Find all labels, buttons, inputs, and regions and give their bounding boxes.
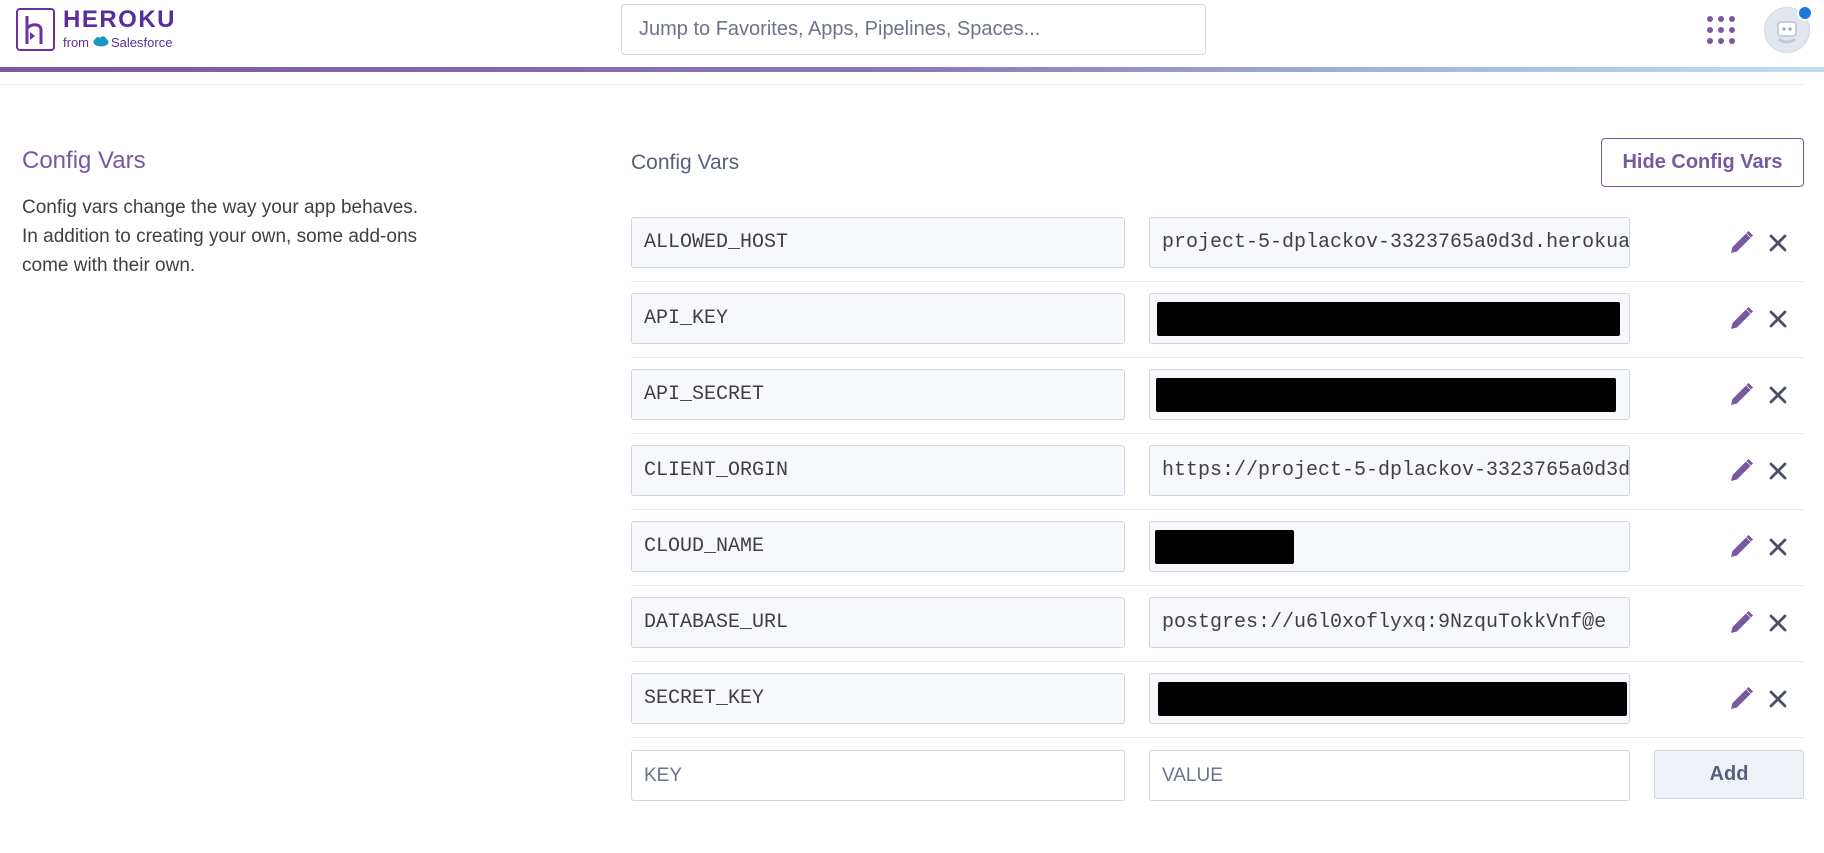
redaction-box xyxy=(1157,302,1620,336)
row-divider xyxy=(631,585,1804,586)
pencil-icon[interactable] xyxy=(1727,305,1755,333)
section-description: Config vars change the way your app beha… xyxy=(22,197,419,276)
new-value-input[interactable] xyxy=(1149,750,1630,801)
row-divider xyxy=(631,661,1804,662)
panel-title: Config Vars xyxy=(631,151,740,174)
pencil-icon[interactable] xyxy=(1727,533,1755,561)
new-key-input[interactable] xyxy=(631,750,1125,801)
redaction-box xyxy=(1158,682,1627,716)
config-var-key[interactable]: ALLOWED_HOST xyxy=(631,217,1125,268)
redaction-box xyxy=(1156,378,1616,412)
grid-icon[interactable] xyxy=(1706,15,1736,45)
row-divider xyxy=(631,357,1804,358)
close-icon[interactable] xyxy=(1767,688,1789,710)
config-var-value[interactable] xyxy=(1149,293,1630,344)
heroku-logo-icon xyxy=(16,7,55,51)
config-var-value[interactable] xyxy=(1149,369,1630,420)
close-icon[interactable] xyxy=(1767,460,1789,482)
config-var-value[interactable] xyxy=(1149,521,1630,572)
close-icon[interactable] xyxy=(1767,232,1789,254)
pencil-icon[interactable] xyxy=(1727,609,1755,637)
hide-config-vars-button[interactable]: Hide Config Vars xyxy=(1601,138,1804,187)
add-config-var-button[interactable]: Add xyxy=(1654,750,1804,799)
row-divider xyxy=(631,509,1804,510)
row-divider xyxy=(631,281,1804,282)
brand-partner-text: Salesforce xyxy=(111,35,173,50)
section-divider xyxy=(0,84,1804,85)
section-title: Config Vars xyxy=(22,147,146,174)
notification-dot xyxy=(1797,5,1813,21)
heroku-logo[interactable]: HEROKU from Salesforce xyxy=(16,7,176,51)
row-divider xyxy=(631,737,1804,738)
salesforce-cloud-icon xyxy=(93,35,109,51)
config-var-value[interactable] xyxy=(1149,673,1630,724)
search-input[interactable] xyxy=(621,4,1206,55)
pencil-icon[interactable] xyxy=(1727,381,1755,409)
close-icon[interactable] xyxy=(1767,384,1789,406)
config-var-value[interactable]: https://project-5-dplackov-3323765a0d3d.… xyxy=(1149,445,1630,496)
pencil-icon[interactable] xyxy=(1727,457,1755,485)
close-icon[interactable] xyxy=(1767,536,1789,558)
header-gradient-bar xyxy=(0,67,1824,72)
config-var-value[interactable]: project-5-dplackov-3323765a0d3d.herokuap… xyxy=(1149,217,1630,268)
config-var-key[interactable]: CLIENT_ORGIN xyxy=(631,445,1125,496)
pencil-icon[interactable] xyxy=(1727,229,1755,257)
config-var-row: CLOUD_NAME xyxy=(631,521,1804,597)
config-var-row: API_SECRET xyxy=(631,369,1804,445)
top-header: HEROKU from Salesforce xyxy=(0,0,1824,67)
close-icon[interactable] xyxy=(1767,612,1789,634)
pencil-icon[interactable] xyxy=(1727,685,1755,713)
config-var-row: ALLOWED_HOST project-5-dplackov-3323765a… xyxy=(631,217,1804,293)
config-var-key[interactable]: API_SECRET xyxy=(631,369,1125,420)
config-var-row: CLIENT_ORGIN https://project-5-dplackov-… xyxy=(631,445,1804,521)
brand-name: HEROKU xyxy=(63,6,177,33)
brand-from: from Salesforce xyxy=(63,35,176,51)
config-var-key[interactable]: DATABASE_URL xyxy=(631,597,1125,648)
brand-from-text: from xyxy=(63,35,89,50)
close-icon[interactable] xyxy=(1767,308,1789,330)
redaction-box xyxy=(1155,530,1294,564)
config-var-row: API_KEY xyxy=(631,293,1804,369)
config-var-row: DATABASE_URL postgres://u6l0xoflyxq:9Nzq… xyxy=(631,597,1804,673)
config-var-key[interactable]: SECRET_KEY xyxy=(631,673,1125,724)
config-var-row: SECRET_KEY xyxy=(631,673,1804,749)
row-divider xyxy=(631,433,1804,434)
config-var-key[interactable]: CLOUD_NAME xyxy=(631,521,1125,572)
config-var-value[interactable]: postgres://u6l0xoflyxq:9NzquTokkVnf@e xyxy=(1149,597,1630,648)
config-var-key[interactable]: API_KEY xyxy=(631,293,1125,344)
